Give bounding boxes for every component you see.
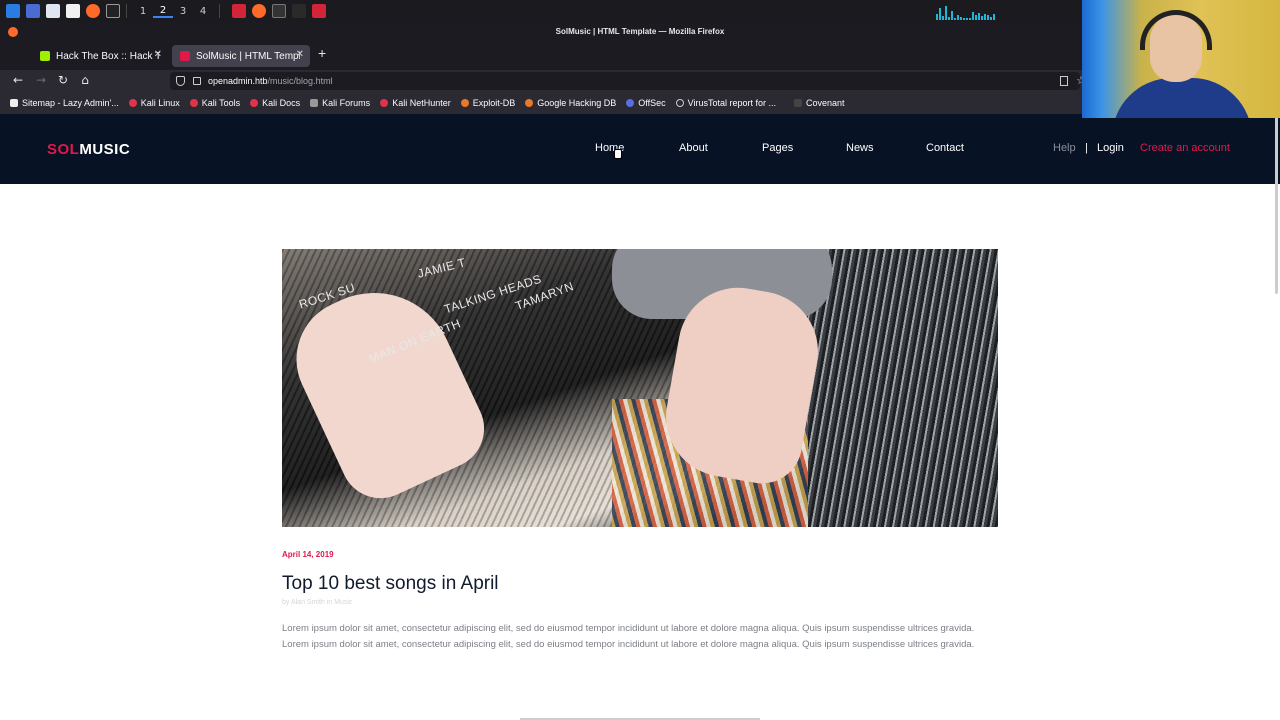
kali-forums-icon	[310, 99, 319, 107]
bookmark-kali-tools[interactable]: Kali Tools	[189, 98, 240, 108]
bookmark-kali-nethunter[interactable]: Kali NetHunter	[380, 98, 451, 108]
workspace-1[interactable]: 1	[133, 6, 153, 17]
reader-view-icon[interactable]	[1060, 76, 1068, 86]
firefox-icon[interactable]	[86, 4, 100, 18]
terminal-icon[interactable]	[106, 4, 120, 18]
bookmark-sitemap[interactable]: Sitemap - Lazy Admin'...	[10, 98, 119, 108]
bookmark-kali-docs[interactable]: Kali Docs	[250, 98, 300, 108]
home-icon[interactable]: ⌂	[77, 73, 93, 87]
page-icon	[10, 99, 18, 107]
page-scrollbar[interactable]	[1275, 114, 1278, 294]
url-host: openadmin.htb	[208, 76, 268, 86]
kali-icon	[189, 99, 198, 107]
text-editor-icon[interactable]	[66, 4, 80, 18]
url-path: /music/blog.html	[267, 76, 333, 86]
bookmark-offsec[interactable]: OffSec	[626, 98, 666, 108]
header-separator: |	[1085, 142, 1088, 154]
window-title: SolMusic | HTML Template — Mozilla Firef…	[555, 27, 725, 36]
post-excerpt: Lorem ipsum dolor sit amet, consectetur …	[282, 623, 975, 650]
panel-separator	[126, 4, 127, 18]
workspace-4[interactable]: 4	[193, 6, 213, 17]
menu-pages[interactable]: Pages	[762, 142, 793, 154]
file-manager-icon[interactable]	[46, 4, 60, 18]
logo-sol: SOL	[47, 141, 80, 158]
bookmark-kali-linux[interactable]: Kali Linux	[128, 98, 180, 108]
mouse-cursor-icon	[614, 149, 622, 159]
kali-icon	[128, 99, 137, 107]
app-icon-red[interactable]	[232, 4, 246, 18]
bookmark-exploit-db[interactable]: Exploit-DB	[460, 98, 515, 108]
menu-news[interactable]: News	[846, 142, 874, 154]
menu-contact[interactable]: Contact	[926, 142, 964, 154]
kali-icon	[380, 99, 389, 107]
site-header: SOLMUSIC Home About Pages News Contact H…	[0, 114, 1280, 184]
webcam-person-body	[1112, 78, 1252, 118]
new-tab-button[interactable]: +	[318, 45, 326, 61]
desktop-icon[interactable]	[26, 4, 40, 18]
solmusic-favicon-icon	[180, 51, 190, 61]
hackthebox-favicon-icon	[40, 51, 50, 61]
url-bar[interactable]: openadmin.htb/music/blog.html ☆	[170, 72, 1086, 90]
create-account-link[interactable]: Create an account	[1140, 142, 1230, 154]
vinyl-stack	[808, 249, 998, 527]
post-meta: by Alan Smith in Music	[282, 599, 353, 606]
post-title[interactable]: Top 10 best songs in April	[282, 573, 499, 595]
post-date: April 14, 2019	[282, 550, 334, 559]
app-icon-firefox[interactable]	[252, 4, 266, 18]
headset-icon	[1140, 10, 1212, 50]
workspace-3[interactable]: 3	[173, 6, 193, 17]
tab-hackthebox[interactable]: Hack The Box :: Hack The ✕	[32, 45, 168, 67]
exploit-db-icon	[460, 99, 469, 107]
webcam-overlay	[1082, 0, 1280, 118]
bookmark-kali-forums[interactable]: Kali Forums	[310, 98, 370, 108]
bookmark-covenant[interactable]: Covenant	[794, 98, 845, 108]
covenant-icon	[794, 99, 803, 107]
tab-solmusic[interactable]: SolMusic | HTML Templat ✕	[172, 45, 310, 67]
globe-icon	[675, 99, 684, 107]
blog-hero-image: JAMIE T TALKING HEADS TAMARYN ROCK SU MA…	[282, 249, 998, 527]
app-icon-dark[interactable]	[292, 4, 306, 18]
firefox-app-icon	[8, 27, 18, 37]
offsec-icon	[626, 99, 635, 107]
kali-icon	[250, 99, 259, 107]
tab-label: Hack The Box :: Hack The	[56, 50, 160, 62]
reload-icon[interactable]: ↻	[55, 73, 71, 87]
bookmark-google-hacking-db[interactable]: Google Hacking DB	[525, 98, 616, 108]
bookmark-virustotal[interactable]: VirusTotal report for ...	[675, 98, 776, 108]
cpu-graph	[936, 4, 1046, 20]
forward-icon[interactable]: →	[33, 73, 49, 87]
workspace-2[interactable]: 2	[153, 5, 173, 18]
login-link[interactable]: Login	[1097, 142, 1124, 154]
app-icon-terminal[interactable]	[272, 4, 286, 18]
close-tab-icon[interactable]: ✕	[296, 49, 304, 60]
kali-menu-icon[interactable]	[6, 4, 20, 18]
help-link[interactable]: Help	[1053, 142, 1076, 154]
close-tab-icon[interactable]: ✕	[154, 49, 162, 60]
menu-about[interactable]: About	[679, 142, 708, 154]
back-icon[interactable]: ←	[10, 73, 26, 87]
tab-label: SolMusic | HTML Templat	[196, 50, 300, 62]
logo-music: MUSIC	[79, 141, 131, 158]
panel-separator	[219, 4, 220, 18]
tracking-shield-icon[interactable]	[176, 76, 185, 86]
app-icon-burp[interactable]	[312, 4, 326, 18]
web-page: SOLMUSIC Home About Pages News Contact H…	[0, 114, 1280, 720]
lock-icon[interactable]	[193, 77, 201, 85]
ghdb-icon	[525, 99, 534, 107]
site-logo[interactable]: SOLMUSIC	[47, 141, 130, 158]
